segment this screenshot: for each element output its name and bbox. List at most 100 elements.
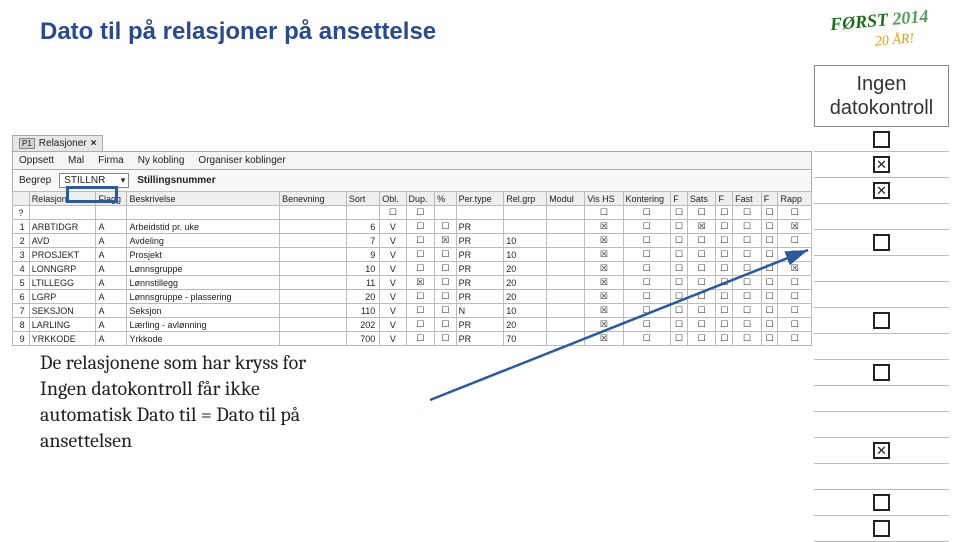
filter-cell[interactable]: ☐ [778,206,812,220]
cell-sort: 11 [346,276,379,290]
filter-cell[interactable]: ☐ [585,206,623,220]
cell-n: 9 [13,332,30,346]
filter-cell[interactable] [96,206,127,220]
filter-cell[interactable]: ☐ [687,206,716,220]
cell-rapp: ☐ [778,234,812,248]
cell-sort: 9 [346,248,379,262]
filter-cell[interactable]: ☐ [716,206,733,220]
cell-kont: ☐ [623,234,671,248]
table-row[interactable]: 9YRKKODEAYrkkode700V☐☐PR70☒☐☐☐☐☐☐☐ [13,332,812,346]
table-row[interactable]: 2AVDAAvdeling7V☐☒PR10☒☐☐☐☐☐☐☐ [13,234,812,248]
begrep-dropdown[interactable]: STILLNR [59,173,129,188]
column-header[interactable]: F [716,192,733,206]
cell-ben [280,290,347,304]
toolbar-item[interactable]: Ny kobling [138,155,185,166]
cell-rel: LONNGRP [29,262,96,276]
cell-dup: ☐ [406,234,435,248]
column-header[interactable]: Sats [687,192,716,206]
filter-cell[interactable] [346,206,379,220]
cell-grp: 10 [504,234,547,248]
filter-cell[interactable]: ☐ [406,206,435,220]
right-row [814,490,949,516]
table-row[interactable]: 3PROSJEKTAProsjekt9V☐☐PR10☒☐☐☐☐☐☐☐ [13,248,812,262]
filter-cell[interactable]: ☐ [671,206,688,220]
table-row[interactable]: 8LARLINGALærling - avlønning202V☐☐PR20☒☐… [13,318,812,332]
cell-obl: V [380,276,406,290]
tab-close-icon[interactable]: × [91,138,97,149]
column-header[interactable] [13,192,30,206]
app-tab[interactable]: P1 Relasjoner × [12,135,103,151]
filter-cell[interactable]: ☐ [733,206,762,220]
table-row[interactable]: 5LTILLEGGALønnstillegg11V☒☐PR20☒☐☐☐☐☐☐☐ [13,276,812,290]
table-row[interactable]: 1ARBTIDGRAArbeidstid pr. uke6V☐☐PR☒☐☐☒☐☐… [13,220,812,234]
cell-pct: ☐ [435,262,456,276]
table-row[interactable]: 6LGRPALønnsgruppe - plassering20V☐☐PR20☒… [13,290,812,304]
cell-grp: 10 [504,248,547,262]
filter-cell[interactable]: ☐ [761,206,778,220]
cell-rapp: ☐ [778,332,812,346]
cell-grp: 20 [504,318,547,332]
cell-pct: ☐ [435,318,456,332]
toolbar-item[interactable]: Oppsett [19,155,54,166]
cell-besk: Yrkkode [127,332,280,346]
toolbar-item[interactable]: Mal [68,155,84,166]
filter-cell[interactable] [547,206,585,220]
cell-f3: ☐ [761,234,778,248]
table-row[interactable]: 4LONNGRPALønnsgruppe10V☐☐PR20☒☐☐☐☐☐☐☒ [13,262,812,276]
filter-cell[interactable] [280,206,347,220]
column-header[interactable]: Kontering [623,192,671,206]
checkbox-icon [873,131,890,148]
toolbar-item[interactable]: Organiser koblinger [198,155,285,166]
column-header[interactable]: Dup. [406,192,435,206]
cell-dup: ☐ [406,248,435,262]
column-header[interactable]: F [761,192,778,206]
column-header[interactable]: Per.type [456,192,504,206]
filter-cell[interactable]: ☐ [623,206,671,220]
filter-cell[interactable] [127,206,280,220]
filter-cell[interactable] [504,206,547,220]
cell-vis: ☒ [585,262,623,276]
column-header[interactable]: Obl. [380,192,406,206]
cell-pct: ☒ [435,234,456,248]
column-header[interactable]: Fast [733,192,762,206]
cell-sats: ☒ [687,220,716,234]
column-header[interactable]: Flagg [96,192,127,206]
cell-f3: ☐ [761,290,778,304]
column-header[interactable]: Relasjon [29,192,96,206]
filter-cell[interactable] [456,206,504,220]
cell-flagg: A [96,262,127,276]
column-header[interactable]: F [671,192,688,206]
cell-pct: ☐ [435,220,456,234]
cell-fast: ☐ [733,248,762,262]
cell-sats: ☐ [687,318,716,332]
column-header[interactable]: Beskrivelse [127,192,280,206]
filter-cell[interactable] [29,206,96,220]
cell-n: 8 [13,318,30,332]
column-header[interactable]: Sort [346,192,379,206]
table-row[interactable]: 7SEKSJONASeksjon110V☐☐N10☒☐☐☐☐☐☐☐ [13,304,812,318]
filter-cell[interactable]: ☐ [380,206,406,220]
cell-rel: LGRP [29,290,96,304]
column-header[interactable]: Vis HS [585,192,623,206]
right-row [814,178,949,204]
logo-brand: FØRST [830,9,890,34]
cell-dup: ☐ [406,290,435,304]
column-header[interactable]: % [435,192,456,206]
column-header[interactable]: Rel.grp [504,192,547,206]
filter-cell[interactable] [435,206,456,220]
cell-f2: ☐ [716,276,733,290]
toolbar-item[interactable]: Firma [98,155,124,166]
cell-f1: ☐ [671,304,688,318]
cell-n: 1 [13,220,30,234]
cell-kont: ☐ [623,332,671,346]
column-header[interactable]: Benevning [280,192,347,206]
cell-rel: SEKSJON [29,304,96,318]
filter-cell[interactable]: ? [13,206,30,220]
column-header[interactable]: Modul [547,192,585,206]
cell-fast: ☐ [733,304,762,318]
toolbar: Oppsett Mal Firma Ny kobling Organiser kobli… [12,151,812,170]
cell-grp [504,220,547,234]
column-header[interactable]: Rapp [778,192,812,206]
cell-ben [280,276,347,290]
slide-title: Dato til på relasjoner på ansettelse [40,18,436,46]
